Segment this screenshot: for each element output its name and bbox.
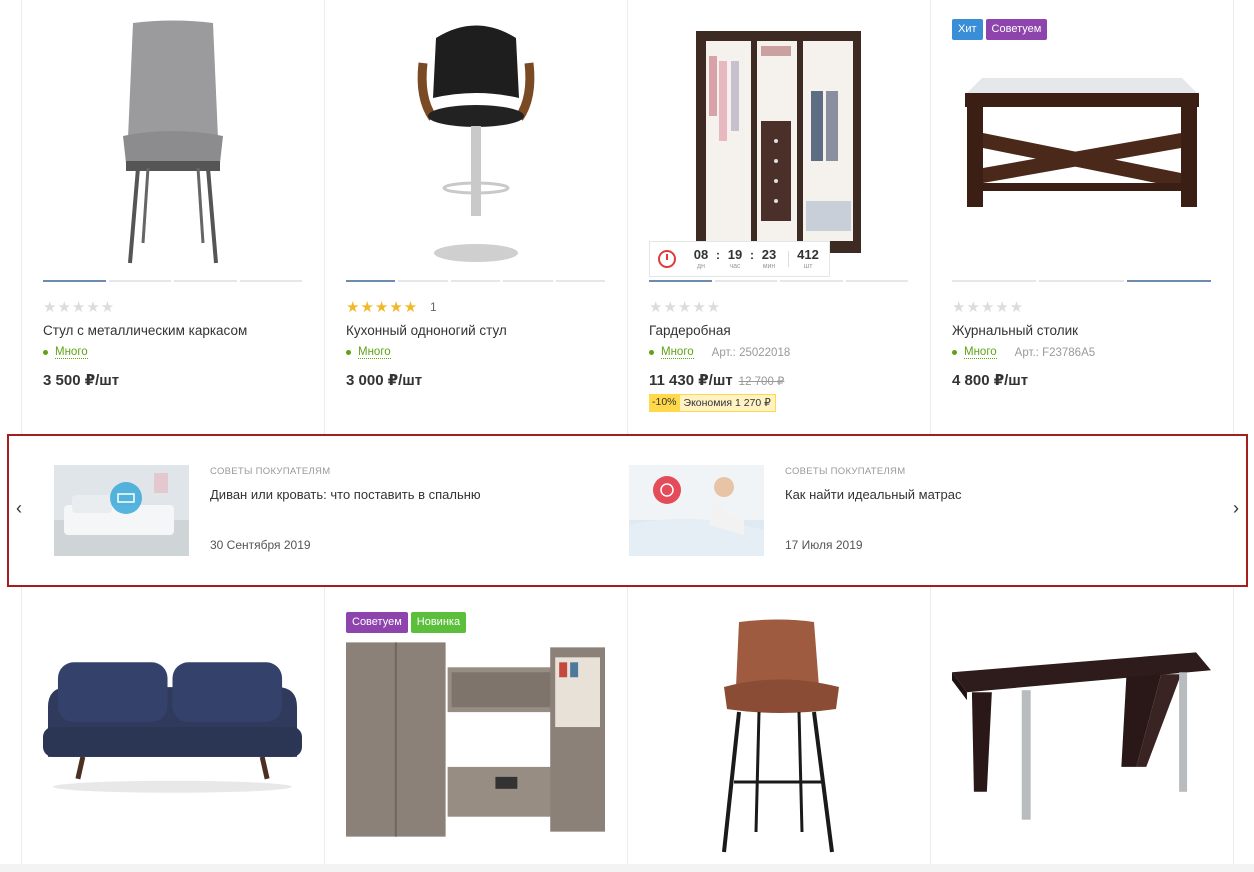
product-title[interactable]: Журнальный столик — [952, 323, 1078, 338]
image-pager[interactable] — [346, 280, 606, 282]
blog-carousel: ‹ › СОВЕТЫ ПОКУПАТЕЛЯМ Диван или кровать… — [7, 434, 1248, 587]
timer-days: 08 дн — [693, 246, 709, 270]
product-card[interactable] — [21, 587, 324, 864]
rating-stars: ★★★★★ — [43, 299, 116, 316]
carousel-next-arrow-icon[interactable]: › — [1233, 498, 1239, 519]
image-pager[interactable] — [952, 280, 1211, 282]
stock-status: Много Арт.: 25022018 — [649, 346, 790, 359]
discount-saving: Экономия 1 270 ₽ — [679, 394, 776, 412]
timer-quantity: 412 шт — [797, 246, 819, 270]
grid-divider — [1233, 0, 1234, 864]
desk-image — [952, 652, 1211, 820]
page-bottom-strip — [0, 864, 1254, 872]
discount-percent: -10% — [649, 394, 680, 412]
product-row-top: ★★★★★ Стул с металлическим каркасом Мног… — [21, 0, 1233, 434]
article-image[interactable] — [629, 465, 764, 556]
badge-recommended: Советуем — [985, 19, 1048, 40]
image-pager[interactable] — [649, 280, 908, 282]
product-card[interactable] — [627, 587, 930, 864]
product-card[interactable] — [930, 587, 1233, 864]
rating-count: 1 — [430, 300, 437, 314]
clock-icon — [658, 250, 676, 268]
article-title[interactable]: Диван или кровать: что поставить в спаль… — [210, 487, 481, 502]
product-card[interactable]: Советуем Новинка — [324, 587, 627, 864]
badge-group: Советуем Новинка — [346, 612, 467, 633]
product-image[interactable] — [649, 12, 908, 274]
product-price: 4 800 ₽/шт — [952, 372, 1029, 389]
product-price: 11 430 ₽/шт 12 700 ₽ — [649, 371, 784, 389]
product-image[interactable] — [952, 12, 1211, 274]
rating-stars: ★★★★★ — [346, 299, 419, 316]
badge-new: Новинка — [410, 612, 467, 633]
carousel-prev-arrow-icon[interactable]: ‹ — [16, 498, 22, 519]
stock-dot-icon — [43, 350, 48, 355]
timer-hours: 19 час — [727, 246, 743, 270]
product-card[interactable]: ★★★★★ Стул с металлическим каркасом Мног… — [21, 0, 324, 434]
image-pager[interactable] — [43, 280, 302, 282]
wall-unit-image — [346, 642, 605, 837]
article-number: Арт.: 25022018 — [711, 346, 791, 359]
rating-stars: ★★★★★ — [952, 299, 1025, 316]
current-price: 11 430 ₽/шт — [649, 372, 733, 389]
product-image[interactable] — [346, 12, 605, 274]
stock-dot-icon — [346, 350, 351, 355]
article-category: СОВЕТЫ ПОКУПАТЕЛЯМ — [210, 466, 331, 477]
bar-chair-image — [721, 619, 839, 853]
product-row-bottom: Советуем Новинка — [21, 587, 1233, 864]
stock-label: Много — [661, 346, 694, 359]
wardrobe-image — [696, 30, 861, 253]
stock-status: Много — [43, 346, 88, 359]
timer-minutes: 23 мин — [761, 246, 777, 270]
stock-status: Много Арт.: F23786A5 — [952, 346, 1095, 359]
stock-status: Много — [346, 346, 391, 359]
bar-stool-image — [417, 25, 534, 262]
product-image[interactable] — [649, 617, 908, 857]
product-title[interactable]: Стул с металлическим каркасом — [43, 323, 247, 338]
product-title[interactable]: Гардеробная — [649, 323, 731, 338]
blog-article[interactable]: СОВЕТЫ ПОКУПАТЕЛЯМ Как найти идеальный м… — [629, 465, 1169, 557]
stock-label: Много — [964, 346, 997, 359]
product-price: 3 500 ₽/шт — [43, 372, 120, 389]
product-image[interactable] — [43, 617, 302, 837]
article-category: СОВЕТЫ ПОКУПАТЕЛЯМ — [785, 466, 906, 477]
article-date: 30 Сентября 2019 — [210, 538, 311, 552]
product-card[interactable]: 08 дн : 19 час : 23 мин 412 шт ★★★★★ Гардеро… — [627, 0, 930, 434]
product-price: 3 000 ₽/шт — [346, 372, 423, 389]
badge-group: Хит Советуем — [952, 19, 1048, 40]
old-price: 12 700 ₽ — [738, 376, 785, 388]
product-image[interactable] — [43, 12, 302, 274]
article-image[interactable] — [54, 465, 189, 556]
rating-stars: ★★★★★ — [649, 299, 722, 316]
sofa-image — [43, 662, 302, 793]
stock-label: Много — [55, 346, 88, 359]
badge-hit: Хит — [952, 19, 983, 40]
article-title[interactable]: Как найти идеальный матрас — [785, 487, 961, 502]
stock-dot-icon — [952, 350, 957, 355]
stock-dot-icon — [649, 350, 654, 355]
countdown-timer: 08 дн : 19 час : 23 мин 412 шт — [649, 241, 830, 277]
product-title[interactable]: Кухонный одноногий стул — [346, 323, 507, 338]
article-date: 17 Июля 2019 — [785, 538, 863, 552]
article-number: Арт.: F23786A5 — [1014, 346, 1096, 359]
coffee-table-image — [964, 78, 1199, 207]
badge-recommended: Советуем — [346, 612, 408, 633]
chair-image — [122, 20, 223, 264]
discount-badge: -10% Экономия 1 270 ₽ — [649, 394, 776, 412]
product-image[interactable] — [346, 642, 605, 842]
product-card[interactable]: ★★★★★ 1 Кухонный одноногий стул Много 3 … — [324, 0, 627, 434]
stock-label: Много — [358, 346, 391, 359]
product-card[interactable]: Хит Советуем ★★★★★ Журнальный столик Мно… — [930, 0, 1233, 434]
blog-article[interactable]: СОВЕТЫ ПОКУПАТЕЛЯМ Диван или кровать: чт… — [54, 465, 594, 557]
product-image[interactable] — [952, 642, 1211, 842]
